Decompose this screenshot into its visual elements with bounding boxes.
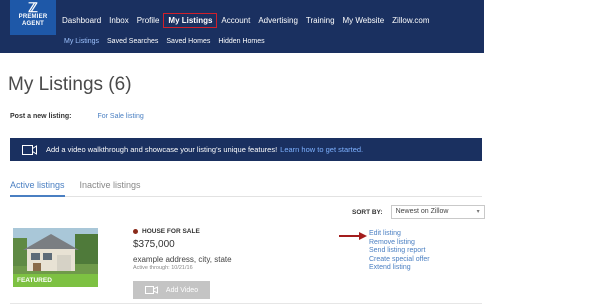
sort-select[interactable]: Newest on Zillow ▾ — [390, 205, 485, 219]
nav-zillow-com[interactable]: Zillow.com — [392, 16, 429, 25]
status-dot-icon — [133, 229, 138, 234]
nav-inbox[interactable]: Inbox — [109, 16, 129, 25]
add-video-label: Add Video — [165, 286, 199, 294]
sub-nav: My Listings Saved Searches Saved Homes H… — [64, 38, 273, 45]
video-camera-icon — [22, 144, 37, 155]
listing-actions: Edit listing Remove listing Send listing… — [369, 230, 430, 273]
nav-account[interactable]: Account — [221, 16, 250, 25]
sort-label: SORT BY: — [352, 208, 383, 216]
subnav-hidden-homes[interactable]: Hidden Homes — [218, 38, 264, 45]
video-promo-banner: Add a video walkthrough and showcase you… — [10, 138, 482, 161]
subnav-saved-homes[interactable]: Saved Homes — [166, 38, 210, 45]
listing-photo[interactable]: FEATURED — [13, 228, 98, 287]
for-sale-listing-link[interactable]: For Sale listing — [97, 113, 143, 120]
add-video-button[interactable]: Add Video — [133, 281, 210, 299]
nav-dashboard[interactable]: Dashboard — [62, 16, 101, 25]
page-title: My Listings (6) — [8, 74, 132, 95]
nav-profile[interactable]: Profile — [137, 16, 160, 25]
listing-tabs: Active listings Inactive listings — [10, 180, 482, 197]
nav-my-website[interactable]: My Website — [343, 16, 385, 25]
remove-listing-link[interactable]: Remove listing — [369, 239, 430, 248]
active-through-date: Active through: 10/21/16 — [133, 265, 193, 271]
post-new-listing-row: Post a new listing: For Sale listing — [10, 113, 144, 120]
divider — [10, 303, 482, 304]
learn-how-link[interactable]: Learn how to get started. — [280, 145, 363, 154]
listing-address: example address, city, state — [133, 255, 232, 264]
banner-text: Add a video walkthrough and showcase you… — [46, 145, 278, 154]
extend-listing-link[interactable]: Extend listing — [369, 264, 430, 273]
subnav-my-listings[interactable]: My Listings — [64, 38, 99, 45]
logo-line-1: PREMIER — [18, 14, 48, 20]
nav-advertising[interactable]: Advertising — [258, 16, 298, 25]
subnav-saved-searches[interactable]: Saved Searches — [107, 38, 158, 45]
main-nav: Dashboard Inbox Profile My Listings Acco… — [62, 12, 438, 28]
featured-badge: FEATURED — [13, 274, 98, 287]
sort-control: SORT BY: Newest on Zillow ▾ — [352, 205, 485, 219]
premier-agent-logo[interactable]: ℤ PREMIER AGENT — [10, 0, 56, 35]
page: ℤ PREMIER AGENT Dashboard Inbox Profile … — [0, 0, 600, 307]
chevron-down-icon: ▾ — [476, 209, 480, 215]
nav-my-listings[interactable]: My Listings — [163, 12, 218, 28]
logo-mark-icon: ℤ — [28, 0, 38, 15]
nav-training[interactable]: Training — [306, 16, 335, 25]
create-special-offer-link[interactable]: Create special offer — [369, 256, 430, 265]
tab-inactive-listings[interactable]: Inactive listings — [80, 180, 141, 197]
listing-type: HOUSE FOR SALE — [142, 228, 200, 235]
pointer-arrow-icon — [339, 232, 367, 240]
top-nav-bar: ℤ PREMIER AGENT Dashboard Inbox Profile … — [0, 0, 484, 53]
send-listing-report-link[interactable]: Send listing report — [369, 247, 430, 256]
listing-type-row: HOUSE FOR SALE — [133, 228, 232, 235]
sort-selected-value: Newest on Zillow — [395, 208, 449, 215]
listing-info: HOUSE FOR SALE $375,000 example address,… — [133, 228, 232, 271]
logo-line-2: AGENT — [22, 21, 44, 27]
video-camera-icon — [144, 286, 158, 294]
edit-listing-link[interactable]: Edit listing — [369, 230, 430, 239]
tab-active-listings[interactable]: Active listings — [10, 180, 65, 197]
listing-price: $375,000 — [133, 239, 175, 250]
post-new-listing-label: Post a new listing: — [10, 113, 72, 120]
